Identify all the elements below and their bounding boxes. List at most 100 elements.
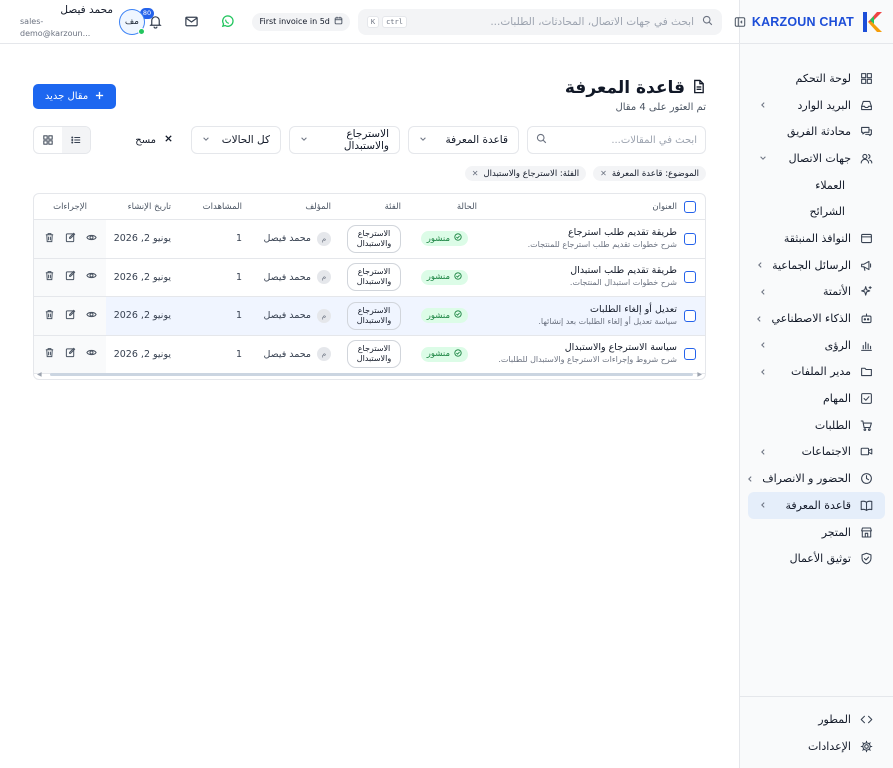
scroll-right-icon[interactable]: ▶ <box>697 371 702 378</box>
article-title-cell[interactable]: طريقة تقديم طلب استرجاع شرح خطوات تقديم ط… <box>528 220 677 258</box>
avatar-initials: مف <box>124 16 139 27</box>
edit-icon[interactable] <box>65 347 76 361</box>
sidebar-item-2[interactable]: محادثة الفريق <box>748 118 885 145</box>
invoice-reminder[interactable]: First invoice in 5d <box>252 12 350 31</box>
col-views[interactable]: المشاهدات <box>203 194 242 219</box>
col-author[interactable]: المؤلف <box>305 194 331 219</box>
row-checkbox[interactable] <box>684 259 696 297</box>
sidebar-item-9[interactable]: الذكاء الاصطناعي <box>748 305 885 332</box>
table-row[interactable]: طريقة تقديم طلب استرجاع شرح خطوات تقديم ط… <box>34 220 705 259</box>
view-eye-icon[interactable] <box>85 347 97 361</box>
sidebar-bottom-item-0[interactable]: المطور <box>747 707 885 734</box>
page-title: قاعدة المعرفة <box>564 78 685 98</box>
bot-icon <box>859 312 873 326</box>
views-cell: 1 <box>236 336 242 374</box>
delete-icon[interactable] <box>44 232 55 246</box>
col-category[interactable]: الفئة <box>385 194 401 219</box>
chevron-down-icon <box>419 134 427 146</box>
category-badge: الاسترجاع والاستبدال <box>347 224 401 253</box>
sidebar-item-7[interactable]: الرسائل الجماعية <box>748 252 885 279</box>
clear-filters-button[interactable]: مسح <box>125 126 183 154</box>
status-select[interactable]: كل الحالات <box>191 126 281 154</box>
edit-icon[interactable] <box>65 270 76 284</box>
article-title-cell[interactable]: سياسة الاسترجاع والاستبدال شرح شروط وإجرا… <box>498 336 677 374</box>
global-search-input[interactable]: ابحث في جهات الاتصال، المحادثات، الطلبات… <box>357 8 722 35</box>
created-date: يونيو 2, 2026 <box>113 310 171 322</box>
article-search-placeholder: ابحث في المقالات... <box>611 134 697 146</box>
scroll-thumb[interactable] <box>50 373 693 376</box>
app-root: KARZOUN CHAT لوحة التحكم البريد الوارد محا… <box>0 0 893 768</box>
row-checkbox[interactable] <box>684 220 696 258</box>
topic-select[interactable]: قاعدة المعرفة <box>408 126 519 154</box>
row-checkbox[interactable] <box>684 297 696 335</box>
sidebar-item-6[interactable]: النوافذ المنبثقة <box>748 225 885 252</box>
select-all-checkbox[interactable] <box>684 194 696 219</box>
sidebar-item-16[interactable]: قاعدة المعرفة <box>748 492 885 519</box>
col-created[interactable]: تاريخ الإنشاء <box>128 194 171 219</box>
search-shortcut: K ctrl <box>366 15 407 28</box>
sidebar-item-11[interactable]: مدير الملفات <box>748 359 885 386</box>
sidebar-item-14[interactable]: الاجتماعات <box>748 439 885 466</box>
sidebar-item-10[interactable]: الرؤى <box>748 332 885 359</box>
sidebar-item-label: الطلبات <box>814 418 851 432</box>
sidebar-item-12[interactable]: المهام <box>748 385 885 412</box>
sidebar-item-17[interactable]: المتجر <box>748 519 885 546</box>
sidebar-item-label: جهات الاتصال <box>788 151 851 165</box>
sidebar-bottom-item-1[interactable]: الإعدادات <box>747 733 885 760</box>
view-eye-icon[interactable] <box>85 309 97 323</box>
user-menu[interactable]: مف محمد فيصل sales-demo@karzoun... <box>20 4 145 40</box>
sidebar-item-15[interactable]: الحضور و الانصراف <box>748 465 885 492</box>
sidebar-item-5[interactable]: الشرائح <box>748 198 885 225</box>
sidebar-item-4[interactable]: العملاء <box>748 172 885 199</box>
views-count: 1 <box>235 348 242 360</box>
status-label: منشور <box>426 233 450 244</box>
page-title-row: قاعدة المعرفة <box>565 78 706 98</box>
chevron-left-icon <box>758 500 768 510</box>
sidebar-item-13[interactable]: الطلبات <box>748 412 885 439</box>
delete-icon[interactable] <box>44 309 55 323</box>
chip-remove-icon[interactable]: ✕ <box>472 169 479 178</box>
kbd-k: K <box>366 15 380 28</box>
article-description: سياسة تعديل أو إلغاء الطلبات بعد إنشائها… <box>538 316 677 326</box>
edit-icon[interactable] <box>65 309 76 323</box>
edit-icon[interactable] <box>65 232 76 246</box>
view-eye-icon[interactable] <box>85 232 97 246</box>
chevron-left-icon <box>758 340 768 350</box>
status-cell: منشور <box>420 259 468 297</box>
sidebar-item-3[interactable]: جهات الاتصال <box>748 145 885 172</box>
whatsapp-icon[interactable] <box>217 11 239 33</box>
new-article-button[interactable]: مقال جديد <box>33 84 116 109</box>
horizontal-scrollbar[interactable]: ◀ ▶ <box>34 370 705 379</box>
view-eye-icon[interactable] <box>85 270 97 284</box>
category-select[interactable]: الاسترجاع والاستبدال <box>289 126 400 154</box>
sidebar-item-18[interactable]: توثيق الأعمال <box>748 545 885 572</box>
article-title-cell[interactable]: تعديل أو إلغاء الطلبات سياسة تعديل أو إلغ… <box>538 297 677 335</box>
notifications-bell-icon[interactable]: 80 <box>139 7 167 33</box>
author-avatar: م <box>317 308 331 323</box>
table-row[interactable]: طريقة تقديم طلب استبدال شرح خطوات استبدال… <box>34 258 705 297</box>
sidebar-item-8[interactable]: الأتمتة <box>748 279 885 306</box>
scroll-left-icon[interactable]: ◀ <box>37 371 42 378</box>
article-title-cell[interactable]: طريقة تقديم طلب استبدال شرح خطوات استبدال… <box>570 259 677 297</box>
category-cell: الاسترجاع والاستبدال <box>347 259 401 297</box>
article-description: شرح خطوات تقديم طلب استرجاع للمنتجات. <box>527 239 677 249</box>
grid-view-icon[interactable] <box>34 127 62 153</box>
author-avatar: م <box>317 270 331 285</box>
delete-icon[interactable] <box>44 347 55 361</box>
delete-icon[interactable] <box>44 270 55 284</box>
col-status[interactable]: الحالة <box>457 194 477 219</box>
article-search-input[interactable]: ابحث في المقالات... <box>527 126 706 154</box>
table-row[interactable]: سياسة الاسترجاع والاستبدال شرح شروط وإجرا… <box>34 335 705 374</box>
sidebar-item-label: قاعدة المعرفة <box>785 498 851 512</box>
table-row[interactable]: تعديل أو إلغاء الطلبات سياسة تعديل أو إلغ… <box>34 297 705 336</box>
sidebar-item-1[interactable]: البريد الوارد <box>748 92 885 119</box>
sidebar-item-0[interactable]: لوحة التحكم <box>748 65 885 92</box>
row-checkbox[interactable] <box>684 336 696 374</box>
category-cell: الاسترجاع والاستبدال <box>347 297 401 335</box>
article-description: شرح شروط وإجراءات الاسترجاع والاستبدال ل… <box>498 355 677 365</box>
list-view-icon[interactable] <box>62 127 90 153</box>
chip-remove-icon[interactable]: ✕ <box>600 169 607 178</box>
col-title[interactable]: العنوان <box>652 194 677 219</box>
mail-icon[interactable] <box>181 11 203 33</box>
cart-icon <box>859 418 873 432</box>
